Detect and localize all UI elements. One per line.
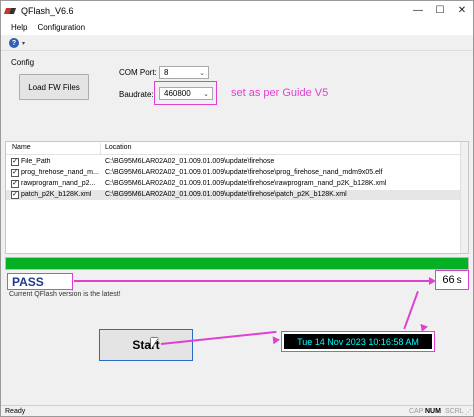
version-status-message: Current QFlash version is the latest! xyxy=(9,291,121,298)
qflash-window: QFlash_V6.6 — ☐ ✕ Help Configuration ? ▾… xyxy=(0,0,474,417)
toolbar: ? ▾ xyxy=(1,35,473,51)
annotation-arrow-line xyxy=(74,280,430,282)
baudrate-label: Baudrate: xyxy=(119,90,154,99)
num-lock-indicator: NUM xyxy=(425,408,441,415)
start-button[interactable]: Start xyxy=(99,329,193,361)
elapsed-unit: s xyxy=(456,274,462,286)
file-name: patch_p2K_b128K.xml xyxy=(21,191,92,198)
com-port-label: COM Port: xyxy=(119,68,157,77)
baudrate-value: 460800 xyxy=(164,89,191,98)
file-list-header: Name Location xyxy=(6,142,468,155)
caps-lock-indicator: CAP xyxy=(409,408,424,415)
timestamp-highlight-box: Tue 14 Nov 2023 10:16:58 AM xyxy=(281,331,435,352)
app-logo-icon xyxy=(5,6,17,16)
file-location: C:\BG95M6LAR02A02_01.009.01.009\update\f… xyxy=(105,169,383,176)
row-checkbox[interactable]: ✓ xyxy=(11,158,19,166)
row-checkbox[interactable]: ✓ xyxy=(11,169,19,177)
table-row[interactable]: ✓ rawprogram_nand_p2... C:\BG95M6LAR02A0… xyxy=(6,179,468,189)
minimize-button[interactable]: — xyxy=(407,1,429,20)
column-header-location[interactable]: Location xyxy=(105,144,131,151)
config-group-label: Config xyxy=(11,58,35,67)
com-port-select[interactable]: 8 ⌄ xyxy=(159,66,209,79)
list-scrollbar[interactable] xyxy=(460,142,468,253)
file-name: prog_firehose_nand_m... xyxy=(21,169,99,176)
table-row[interactable]: ✓ prog_firehose_nand_m... C:\BG95M6LAR02… xyxy=(6,168,468,178)
close-button[interactable]: ✕ xyxy=(451,1,473,20)
chevron-down-icon: ⌄ xyxy=(203,91,209,98)
mouse-cursor-icon xyxy=(151,338,158,349)
chevron-down-icon: ⌄ xyxy=(199,70,205,77)
baudrate-select[interactable]: 460800 ⌄ xyxy=(159,87,213,100)
elapsed-time: 66 s xyxy=(435,270,469,290)
toolbar-dropdown-icon[interactable]: ▾ xyxy=(22,40,25,47)
row-checkbox[interactable]: ✓ xyxy=(11,180,19,188)
status-bar: Ready CAP NUM SCRL ⋰ xyxy=(1,405,473,416)
file-location: C:\BG95M6LAR02A02_01.009.01.009\update\f… xyxy=(105,180,387,187)
maximize-button[interactable]: ☐ xyxy=(429,1,451,20)
question-icon[interactable]: ? xyxy=(9,38,19,48)
column-header-name[interactable]: Name xyxy=(12,144,31,151)
file-name: rawprogram_nand_p2... xyxy=(21,180,96,187)
annotation-arrow-head xyxy=(272,335,281,345)
load-fw-files-button[interactable]: Load FW Files xyxy=(19,74,89,100)
file-list: Name Location ✓ File_Path C:\BG95M6LAR02… xyxy=(5,141,469,254)
window-title: QFlash_V6.6 xyxy=(21,5,74,16)
table-row[interactable]: ✓ patch_p2K_b128K.xml C:\BG95M6LAR02A02_… xyxy=(6,190,468,200)
scroll-lock-indicator: SCRL xyxy=(445,408,464,415)
file-name: File_Path xyxy=(21,158,51,165)
elapsed-seconds: 66 xyxy=(442,274,455,286)
row-checkbox[interactable]: ✓ xyxy=(11,191,19,199)
com-port-value: 8 xyxy=(164,68,169,77)
progress-fill xyxy=(6,258,468,269)
progress-bar xyxy=(5,257,469,270)
file-location: C:\BG95M6LAR02A02_01.009.01.009\update\f… xyxy=(105,158,275,165)
menu-bar: Help Configuration xyxy=(1,20,473,35)
menu-help[interactable]: Help xyxy=(1,23,32,32)
config-panel: Config Load FW Files COM Port: 8 ⌄ Baudr… xyxy=(5,54,467,138)
file-location: C:\BG95M6LAR02A02_01.009.01.009\update\f… xyxy=(105,191,347,198)
status-ready-text: Ready xyxy=(5,408,26,415)
window-controls: — ☐ ✕ xyxy=(407,1,473,20)
column-divider[interactable] xyxy=(100,143,101,154)
annotation-arrow-line xyxy=(403,291,419,330)
resize-grip-icon[interactable]: ⋰ xyxy=(465,408,472,416)
table-row[interactable]: ✓ File_Path C:\BG95M6LAR02A02_01.009.01.… xyxy=(6,157,468,167)
guide-annotation: set as per Guide V5 xyxy=(231,87,329,99)
menu-configuration[interactable]: Configuration xyxy=(32,23,90,32)
status-badge: PASS xyxy=(7,273,73,290)
title-bar: QFlash_V6.6 — ☐ ✕ xyxy=(1,1,473,20)
timestamp-display: Tue 14 Nov 2023 10:16:58 AM xyxy=(284,334,432,349)
